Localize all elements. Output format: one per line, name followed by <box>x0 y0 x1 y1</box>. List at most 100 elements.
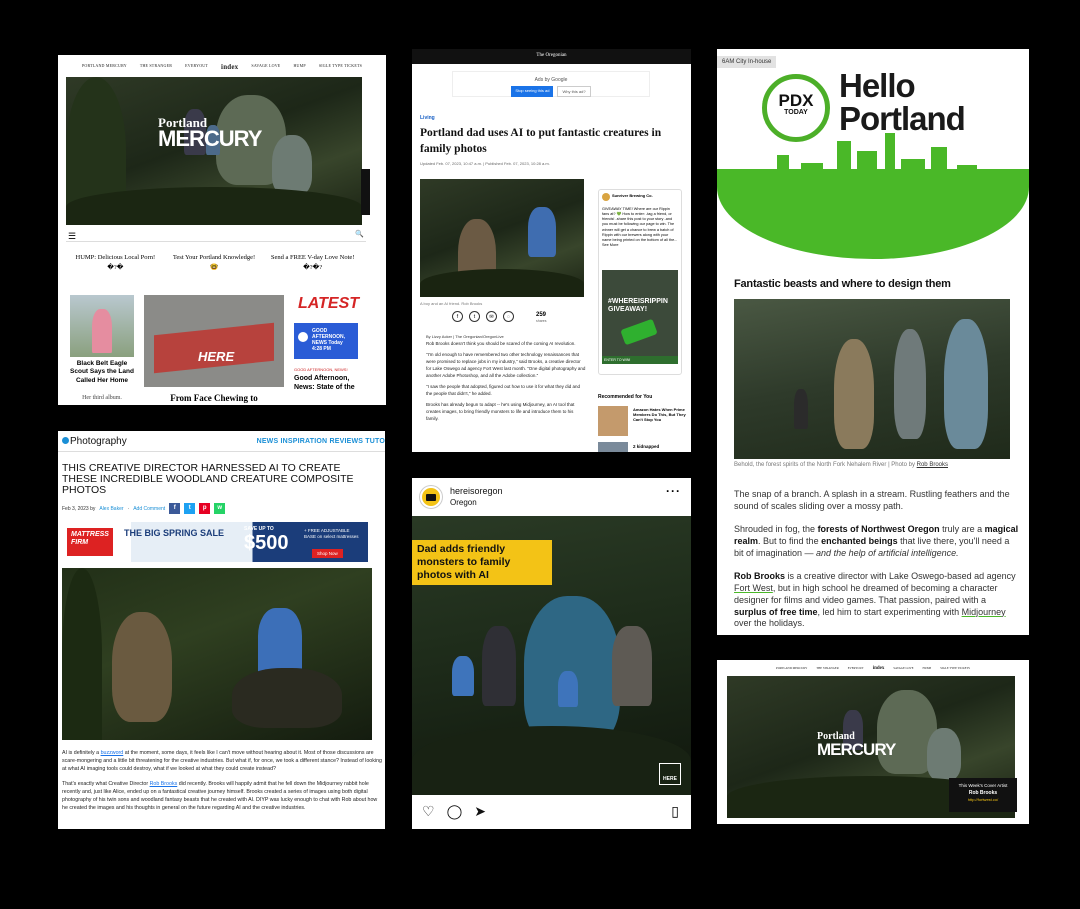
byline[interactable]: By Lizzy Acker | The Oregonian/OregonLiv… <box>426 334 504 339</box>
search-icon[interactable]: 🔍 <box>355 230 364 238</box>
nav-item[interactable]: EVERYOUT <box>848 666 864 671</box>
story-thumb-road[interactable]: HERE <box>144 295 284 387</box>
share-count: 259 <box>536 312 547 318</box>
page-name[interactable]: Sunriver Brewing Co. <box>612 193 678 198</box>
share-icon[interactable]: ➤ <box>474 803 486 820</box>
masthead[interactable]: The Oregonian <box>412 49 691 64</box>
article-title: THIS CREATIVE DIRECTOR HARNESSED AI TO C… <box>62 462 354 497</box>
photo-caption: A boy and an AI friend. Rob Brooks <box>420 301 483 306</box>
hamburger-icon[interactable]: ☰ <box>68 231 76 242</box>
nav-item[interactable]: THE STRANGER <box>816 666 838 671</box>
section-heading: Fantastic beasts and where to design the… <box>734 278 951 290</box>
mattress-ad[interactable]: MATTRESS FIRM THE BIG SPRING SALE SAVE U… <box>64 522 368 562</box>
nav-item[interactable]: PORTLAND MERCURY <box>82 63 127 71</box>
page-avatar <box>602 193 610 201</box>
portland-text: Portland <box>839 100 966 137</box>
nav-item[interactable]: SIGLE TYPE TICKETS <box>319 63 362 71</box>
moon-icon <box>298 332 308 342</box>
paragraph: AI is definitely a buzzword at the momen… <box>62 750 382 773</box>
mercury-logo: Portland MERCURY <box>817 732 896 759</box>
author-link[interactable]: Alex Baker <box>99 506 123 512</box>
post-headline: Dad adds friendly monsters to family pho… <box>412 540 552 586</box>
article-body: Rob Brooks doesn't think you should be s… <box>426 341 586 427</box>
enter-button[interactable]: ENTER TO WIN! <box>602 356 678 364</box>
news-title[interactable]: Good Afternoon, News: State of the <box>294 375 364 393</box>
midjourney-link[interactable]: Midjourney <box>962 607 1006 617</box>
nav-item[interactable]: SAVAGE LOVE <box>893 666 913 671</box>
nav-item[interactable]: index <box>873 666 885 671</box>
more-options-icon[interactable]: ··· <box>666 484 681 498</box>
cover-artist-card: This Week's Cover Artist Rob Brooks http… <box>949 778 1017 812</box>
stop-ad-button[interactable]: Stop seeing this ad <box>511 86 554 97</box>
email-icon[interactable]: ✉ <box>486 311 497 322</box>
facebook-embed[interactable]: Sunriver Brewing Co. GIVEAWAY TIME! Wher… <box>598 189 682 375</box>
post-actions: ♡ ◯ ➤ <box>422 803 486 820</box>
fort-west-link[interactable]: Fort West <box>734 583 773 593</box>
hello-text: Hello <box>839 67 916 104</box>
whatsapp-icon[interactable]: w <box>214 503 226 514</box>
logo-mercury: MERCURY <box>817 739 896 759</box>
twitter-icon[interactable]: t <box>184 503 196 514</box>
article-body: AI is definitely a buzzword at the momen… <box>62 749 382 818</box>
comment-icon[interactable]: ◌ <box>503 311 514 322</box>
rob-brooks-link[interactable]: Rob Brooks <box>150 781 178 787</box>
site-nav: PORTLAND MERCURY THE STRANGER EVERYOUT i… <box>717 666 1029 671</box>
heart-icon[interactable]: ♡ <box>422 803 435 820</box>
share-bar: f t ✉ ◌ <box>452 311 514 322</box>
nav-item[interactable]: EVERYOUT <box>185 63 208 71</box>
site-nav[interactable]: NEWS INSPIRATION REVIEWS TUTO <box>257 438 385 445</box>
story-thumb-singer[interactable] <box>70 295 134 357</box>
site-logo[interactable]: Photography <box>62 436 127 447</box>
facebook-icon[interactable]: f <box>452 311 463 322</box>
ad-sale: THE BIG SPRING SALE <box>124 528 225 538</box>
post-image-text: #WHEREISRIPPIN GIVEAWAY! <box>608 298 668 313</box>
photographer-link[interactable]: Rob Brooks <box>917 462 948 468</box>
panel-portland-mercury: PORTLAND MERCURY THE STRANGER EVERYOUT i… <box>58 55 386 405</box>
story-title[interactable]: Black Belt Eagle Scout Says the Land Cal… <box>70 360 134 385</box>
rec-title[interactable]: Amazon Hates When Prime Members Do This,… <box>633 407 687 423</box>
news-card[interactable]: GOOD AFTERNOON, NEWS Today 4:28 PM <box>294 323 358 359</box>
rec-thumb[interactable] <box>598 442 628 452</box>
news-card-text: GOOD AFTERNOON, NEWS Today 4:28 PM <box>312 328 346 352</box>
username[interactable]: hereisoregon <box>450 486 503 496</box>
hero-photo <box>66 77 362 225</box>
paragraph: Rob Brooks is a creative director with L… <box>734 571 1016 629</box>
nav-item[interactable]: PORTLAND MERCURY <box>776 666 807 671</box>
card-link[interactable]: http://fortwest.co/ <box>949 797 1017 803</box>
nav-item[interactable]: HUMP <box>923 666 932 671</box>
buzzword-link[interactable]: buzzword <box>101 750 124 756</box>
panel-instagram: hereisoregon Oregon ··· Dad adds friendl… <box>412 478 691 829</box>
panel-diyphotography: Photography NEWS INSPIRATION REVIEWS TUT… <box>58 431 385 829</box>
source-tag: 6AM City In-house <box>717 56 777 68</box>
pinterest-icon[interactable]: p <box>199 503 211 514</box>
twitter-icon[interactable]: t <box>469 311 480 322</box>
paragraph: Rob Brooks doesn't think you should be s… <box>426 341 576 346</box>
rec-thumb[interactable] <box>598 406 628 436</box>
mercury-logo: Portland MERCURY <box>158 116 262 150</box>
hello-portland-heading: Hello Portland <box>839 67 966 137</box>
facebook-icon[interactable]: f <box>169 503 181 514</box>
shop-now-button[interactable]: Shop Now <box>312 549 343 558</box>
rec-title[interactable]: 2 kidnapped <box>633 444 659 449</box>
section-label[interactable]: Living <box>420 115 435 121</box>
ad-box: Ads by Google Stop seeing this ad Why th… <box>452 71 650 97</box>
comment-icon[interactable]: ◯ <box>447 803 463 820</box>
teaser-link[interactable]: Send a FREE V-day Love Note! �?�? <box>263 253 362 273</box>
post-text: GIVEAWAY TIME! Where are our Rippin fans… <box>602 207 678 247</box>
nav-item[interactable]: SAVAGE LOVE <box>251 63 280 71</box>
teaser-link[interactable]: Test Your Portland Knowledge! 🤓 <box>165 253 264 273</box>
nav-item[interactable]: SIGLE TYPE TICKETS <box>940 666 970 671</box>
nav-item[interactable]: index <box>221 63 238 71</box>
avatar[interactable] <box>420 486 442 508</box>
nav-item[interactable]: HUMP <box>293 63 305 71</box>
paragraph: "I'm old enough to have remembered two o… <box>426 351 586 378</box>
story-title[interactable]: From Face Chewing to <box>144 393 284 403</box>
nav-item[interactable]: THE STRANGER <box>140 63 172 71</box>
post-photo[interactable]: Dad adds friendly monsters to family pho… <box>412 516 691 795</box>
bookmark-icon[interactable]: ▯ <box>671 803 679 820</box>
why-ad-button[interactable]: Why this ad? <box>557 86 591 97</box>
comment-link[interactable]: Add Comment <box>133 506 165 512</box>
location[interactable]: Oregon <box>450 498 477 507</box>
side-tab[interactable] <box>361 169 370 215</box>
teaser-link[interactable]: HUMP: Delicious Local Porn! �?� <box>66 253 165 273</box>
